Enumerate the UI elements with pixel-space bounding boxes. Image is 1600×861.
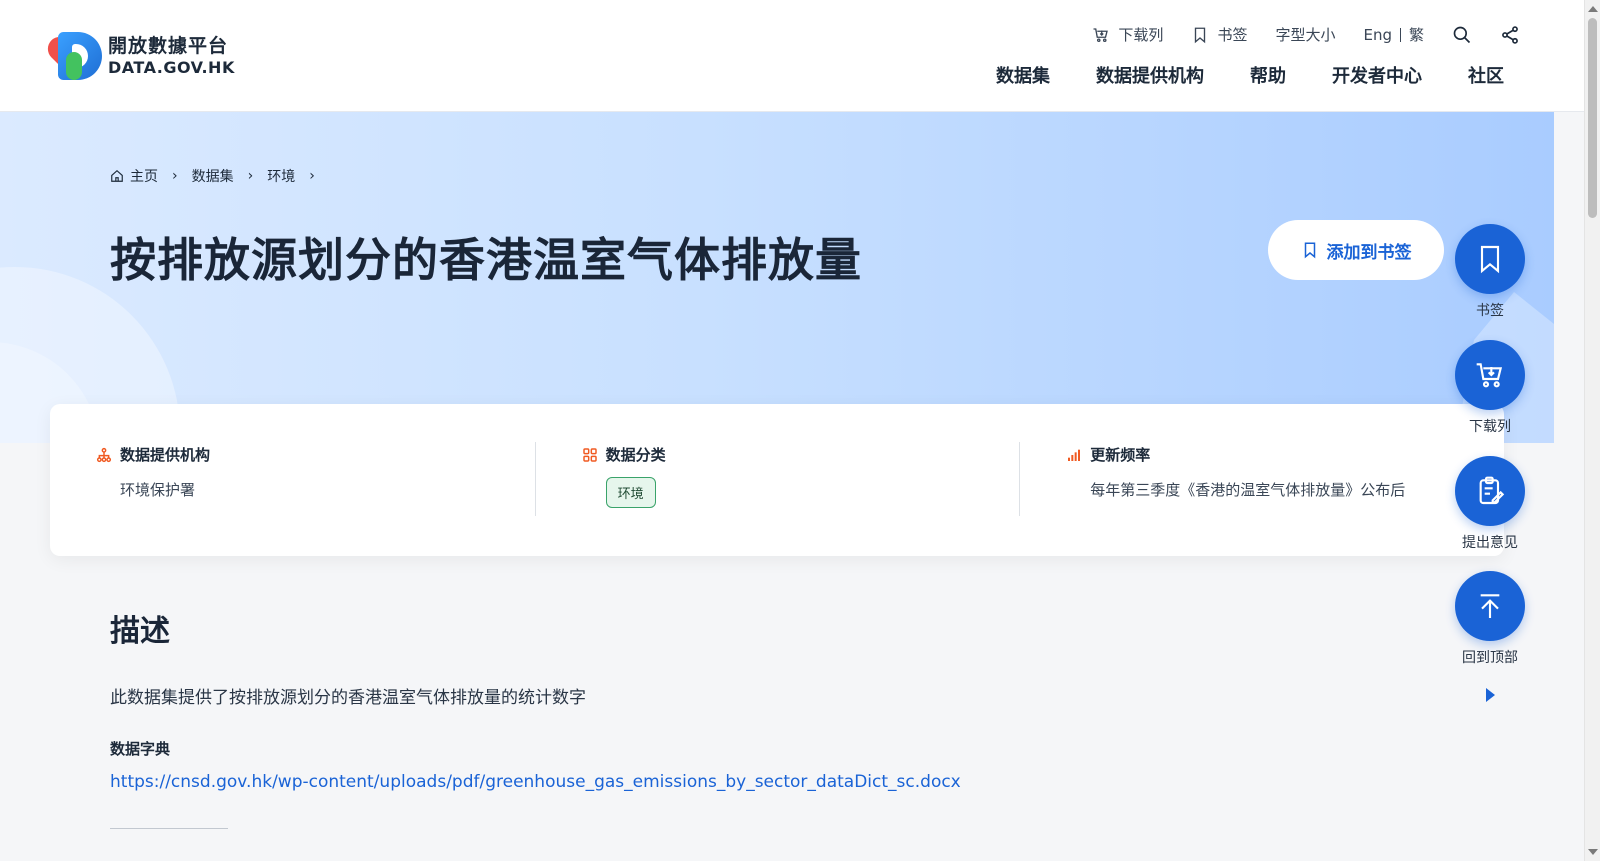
download-list-label: 下载列	[1118, 26, 1164, 44]
data-dictionary-label: 数据字典	[110, 740, 171, 758]
font-size-link[interactable]: 字型大小	[1275, 24, 1335, 45]
logo-title-en: DATA.GOV.HK	[108, 57, 235, 77]
dataset-info-card: 数据提供机构 环境保护署 数据分类 环境 更新频率 每年第三季度《香港的温室气体…	[50, 404, 1504, 556]
fab-feedback: 提出意见	[1455, 456, 1525, 552]
category-tag[interactable]: 环境	[605, 477, 656, 508]
share-icon[interactable]	[1500, 25, 1520, 45]
scroll-thumb[interactable]	[1588, 18, 1597, 218]
breadcrumb-environment[interactable]: 环境	[267, 166, 295, 186]
info-frequency: 更新频率 每年第三季度《香港的温室气体排放量》公布后	[1019, 442, 1504, 516]
nav-data-providers[interactable]: 数据提供机构	[1096, 62, 1204, 88]
description-text: 此数据集提供了按排放源划分的香港温室气体排放量的统计数字	[110, 688, 586, 708]
page-title: 按排放源划分的香港温室气体排放量	[110, 233, 862, 287]
logo-title-zh: 開放數據平台	[108, 34, 229, 57]
description-heading: 描述	[110, 614, 170, 649]
clipboard-edit-icon	[1479, 476, 1505, 505]
main-nav: 数据集 数据提供机构 帮助 开发者中心 社区	[996, 62, 1504, 88]
provider-label: 数据提供机构	[120, 446, 211, 464]
fab-bookmark-button[interactable]	[1455, 224, 1525, 294]
category-grid-icon	[582, 447, 597, 462]
fab-bookmark: 书签	[1455, 224, 1525, 320]
bookmark-icon	[1195, 27, 1206, 43]
cart-download-icon	[1476, 363, 1503, 388]
nav-developer-centre[interactable]: 开发者中心	[1332, 62, 1422, 88]
frequency-label: 更新频率	[1090, 446, 1151, 464]
expand-arrow-icon[interactable]	[1483, 686, 1497, 704]
logo-mark-icon	[42, 30, 104, 82]
fab-download-label: 下载列	[1469, 419, 1511, 435]
page-scrollbar[interactable]	[1584, 0, 1600, 861]
bookmark-icon	[1480, 245, 1500, 274]
cart-download-icon	[1093, 27, 1109, 42]
utility-bar: 下载列 书签 字型大小 Eng 繁	[1092, 24, 1520, 45]
fab-feedback-button[interactable]	[1455, 456, 1525, 526]
scroll-up-icon[interactable]	[1588, 6, 1598, 12]
breadcrumb: 主页 › 数据集 › 环境 ›	[110, 166, 315, 186]
home-icon	[111, 169, 123, 182]
provider-value[interactable]: 环境保护署	[120, 479, 535, 500]
lang-en-link[interactable]: Eng	[1363, 26, 1392, 44]
info-provider: 数据提供机构 环境保护署	[50, 404, 535, 556]
bookmark-icon	[1304, 242, 1315, 259]
language-switch: Eng 繁	[1363, 24, 1424, 45]
breadcrumb-home-label: 主页	[130, 169, 158, 185]
arrow-up-icon	[1480, 594, 1500, 618]
fab-feedback-label: 提出意见	[1462, 535, 1518, 551]
fab-bookmark-label: 书签	[1476, 303, 1504, 319]
fab-download-button[interactable]	[1455, 340, 1525, 410]
bookmark-link[interactable]: 书签	[1191, 24, 1247, 45]
bookmark-label: 书签	[1217, 26, 1248, 44]
org-chart-icon	[96, 447, 112, 462]
chevron-right-icon: ›	[247, 168, 254, 184]
download-list-link[interactable]: 下载列	[1092, 24, 1163, 45]
nav-help[interactable]: 帮助	[1250, 62, 1286, 88]
site-logo[interactable]: 開放數據平台 DATA.GOV.HK	[42, 30, 235, 82]
add-bookmark-button[interactable]: 添加到书签	[1268, 220, 1444, 280]
nav-datasets[interactable]: 数据集	[996, 62, 1050, 88]
lang-separator	[1399, 27, 1401, 42]
add-bookmark-label: 添加到书签	[1326, 242, 1412, 263]
chevron-right-icon: ›	[172, 168, 178, 184]
fab-back-to-top-button[interactable]	[1455, 571, 1525, 641]
fab-download: 下载列	[1455, 340, 1525, 436]
site-header: 開放數據平台 DATA.GOV.HK 下载列 书签 字型大小 Eng 繁 数据集…	[0, 0, 1584, 112]
breadcrumb-datasets[interactable]: 数据集	[192, 166, 234, 186]
search-icon[interactable]	[1452, 25, 1472, 45]
chevron-right-icon: ›	[309, 168, 315, 184]
fab-back-to-top-label: 回到顶部	[1462, 650, 1518, 666]
lang-tc-link[interactable]: 繁	[1409, 24, 1424, 45]
nav-community[interactable]: 社区	[1468, 62, 1504, 88]
breadcrumb-home[interactable]: 主页	[110, 166, 158, 186]
font-size-label: 字型大小	[1275, 26, 1336, 44]
category-label: 数据分类	[605, 446, 666, 464]
scroll-down-icon[interactable]	[1588, 849, 1598, 855]
fab-back-to-top: 回到顶部	[1455, 571, 1525, 667]
section-divider	[110, 828, 228, 829]
data-dictionary-link[interactable]: https://cnsd.gov.hk/wp-content/uploads/p…	[110, 772, 961, 792]
info-category: 数据分类 环境	[534, 442, 1020, 516]
signal-bars-icon	[1068, 449, 1081, 461]
frequency-value: 每年第三季度《香港的温室气体排放量》公布后	[1090, 481, 1406, 499]
